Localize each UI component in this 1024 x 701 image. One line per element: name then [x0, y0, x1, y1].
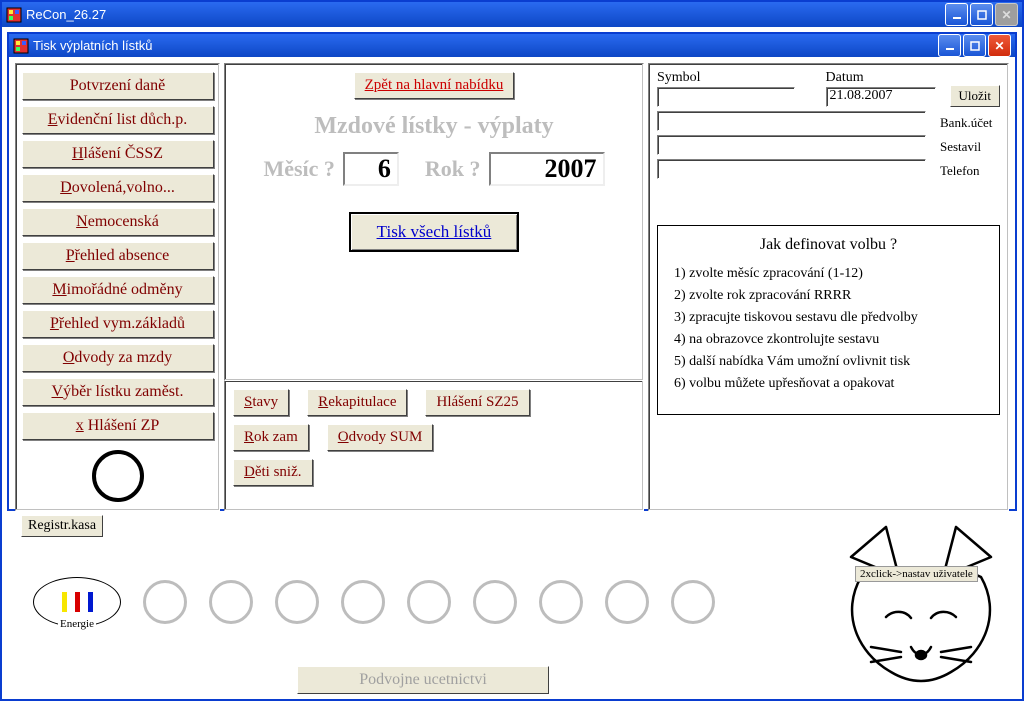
inner-close-button[interactable]: ✕ — [988, 34, 1011, 57]
inner-app-icon — [13, 38, 29, 54]
page-title: Mzdové lístky - výplaty — [235, 113, 633, 140]
inner-maximize-button[interactable] — [963, 34, 986, 57]
energy-bar-blue — [88, 592, 93, 612]
btn-odvody-za-mzdy[interactable]: Odvody za mzdy — [22, 344, 214, 372]
year-input[interactable]: 2007 — [489, 152, 605, 186]
btn-prehled-vym-zakladu[interactable]: Přehled vym.základů — [22, 310, 214, 338]
status-slot-icon — [275, 580, 319, 624]
inner-minimize-button[interactable] — [938, 34, 961, 57]
btn-rok-zam[interactable]: Rok zam — [233, 424, 309, 451]
save-button[interactable]: Uložit — [950, 85, 1001, 107]
sestavil-input[interactable] — [657, 135, 926, 155]
btn-rekapitulace[interactable]: Rekapitulace — [307, 389, 407, 416]
left-panel: Potvrzení daně Evidenční list důch.p. Hl… — [15, 63, 220, 511]
outer-close-button: ✕ — [995, 3, 1018, 26]
btn-hlaseni-cssz[interactable]: Hlášení ČSSZ — [22, 140, 214, 168]
fox-logo[interactable]: 2xclick->nastav uživatele — [831, 522, 1011, 692]
btn-evidencni-list[interactable]: Evidenční list důch.p. — [22, 106, 214, 134]
form-row-1: Symbol Datum 21.08.2007 Uložit — [657, 70, 1000, 107]
btn-hlaseni-zp[interactable]: x Hlášení ZP — [22, 412, 214, 440]
btn-dovolena[interactable]: Dovolená,volno... — [22, 174, 214, 202]
middle-column: Zpět na hlavní nabídku Mzdové lístky - v… — [224, 63, 644, 511]
app-icon — [6, 7, 22, 23]
help-line: 4) na obrazovce zkontrolujte sestavu — [674, 332, 983, 348]
help-line: 3) zpracujte tiskovou sestavu dle předvo… — [674, 310, 983, 326]
outer-title: ReCon_26.27 — [26, 7, 106, 22]
telefon-input[interactable] — [657, 159, 926, 179]
middle-lower-panel: Stavy Rekapitulace Hlášení SZ25 Rok zam … — [224, 381, 644, 511]
symbol-input[interactable] — [657, 87, 795, 107]
fox-tooltip: 2xclick->nastav uživatele — [855, 566, 978, 582]
back-button[interactable]: Zpět na hlavní nabídku — [354, 72, 515, 99]
status-slot-icon — [143, 580, 187, 624]
btn-potvrzeni-dane[interactable]: Potvrzení daně — [22, 72, 214, 100]
energie-indicator: Energie — [33, 577, 121, 627]
year-label: Rok ? — [425, 156, 481, 182]
month-label: Měsíc ? — [263, 156, 334, 182]
btn-vyber-listku[interactable]: Výběr lístku zaměst. — [22, 378, 214, 406]
btn-prehled-absence[interactable]: Přehled absence — [22, 242, 214, 270]
bank-input[interactable] — [657, 111, 926, 131]
help-line: 2) zvolte rok zpracování RRRR — [674, 288, 983, 304]
bank-label: Bank.účet — [940, 115, 1000, 131]
inner-window: Tisk výplatních lístků ✕ Potvrzení daně … — [7, 32, 1017, 511]
btn-nemocenska[interactable]: Nemocenská — [22, 208, 214, 236]
btn-stavy[interactable]: Stavy — [233, 389, 289, 416]
energy-bar-red — [75, 592, 80, 612]
btn-odvody-sum[interactable]: Odvody SUM — [327, 424, 434, 451]
status-slot-icon — [671, 580, 715, 624]
outer-maximize-button[interactable] — [970, 3, 993, 26]
help-line: 1) zvolte měsíc zpracování (1-12) — [674, 266, 983, 282]
help-box: Jak definovat volbu ? 1) zvolte měsíc zp… — [657, 225, 1000, 415]
status-slot-icon — [605, 580, 649, 624]
help-line: 5) další nabídka Vám umožní ovlivnit tis… — [674, 354, 983, 370]
status-slot-icon — [473, 580, 517, 624]
status-slot-icon — [209, 580, 253, 624]
status-slot-icon — [539, 580, 583, 624]
sestavil-label: Sestavil — [940, 139, 1000, 155]
btn-hlaseni-sz25[interactable]: Hlášení SZ25 — [425, 389, 529, 416]
podvojne-ucetnictvi-button[interactable]: Podvojne ucetnictvi — [297, 666, 549, 694]
help-line: 6) volbu můžete upřesňovat a opakovat — [674, 376, 983, 392]
inner-body: Potvrzení daně Evidenční list důch.p. Hl… — [9, 57, 1015, 517]
symbol-label: Symbol — [657, 70, 812, 86]
right-panel: Symbol Datum 21.08.2007 Uložit Bank.účet… — [648, 63, 1009, 511]
status-slot-icon — [407, 580, 451, 624]
print-all-button[interactable]: Tisk všech lístků — [349, 212, 520, 252]
inner-title: Tisk výplatních lístků — [33, 38, 152, 53]
outer-minimize-button[interactable] — [945, 3, 968, 26]
outer-window: ReCon_26.27 ✕ Tisk výplatních lístků ✕ — [0, 0, 1024, 701]
status-circle-icon — [92, 450, 144, 502]
registr-kasa-button[interactable]: Registr.kasa — [21, 515, 103, 537]
middle-upper-panel: Zpět na hlavní nabídku Mzdové lístky - v… — [224, 63, 644, 381]
btn-deti-sniz[interactable]: Děti sniž. — [233, 459, 313, 486]
inner-titlebar: Tisk výplatních lístků ✕ — [9, 34, 1015, 57]
date-input[interactable]: 21.08.2007 — [826, 87, 936, 107]
btn-mimoradne-odmeny[interactable]: Mimořádné odměny — [22, 276, 214, 304]
help-title: Jak definovat volbu ? — [674, 236, 983, 254]
energie-label: Energie — [58, 618, 96, 630]
date-label: Datum — [826, 70, 936, 86]
month-input[interactable]: 6 — [343, 152, 399, 186]
bottom-area: Registr.kasa Energie — [7, 512, 1017, 696]
telefon-label: Telefon — [940, 163, 1000, 179]
energy-bar-yellow — [62, 592, 67, 612]
status-slot-icon — [341, 580, 385, 624]
month-year-row: Měsíc ? 6 Rok ? 2007 — [235, 152, 633, 186]
outer-titlebar: ReCon_26.27 ✕ — [2, 2, 1022, 27]
